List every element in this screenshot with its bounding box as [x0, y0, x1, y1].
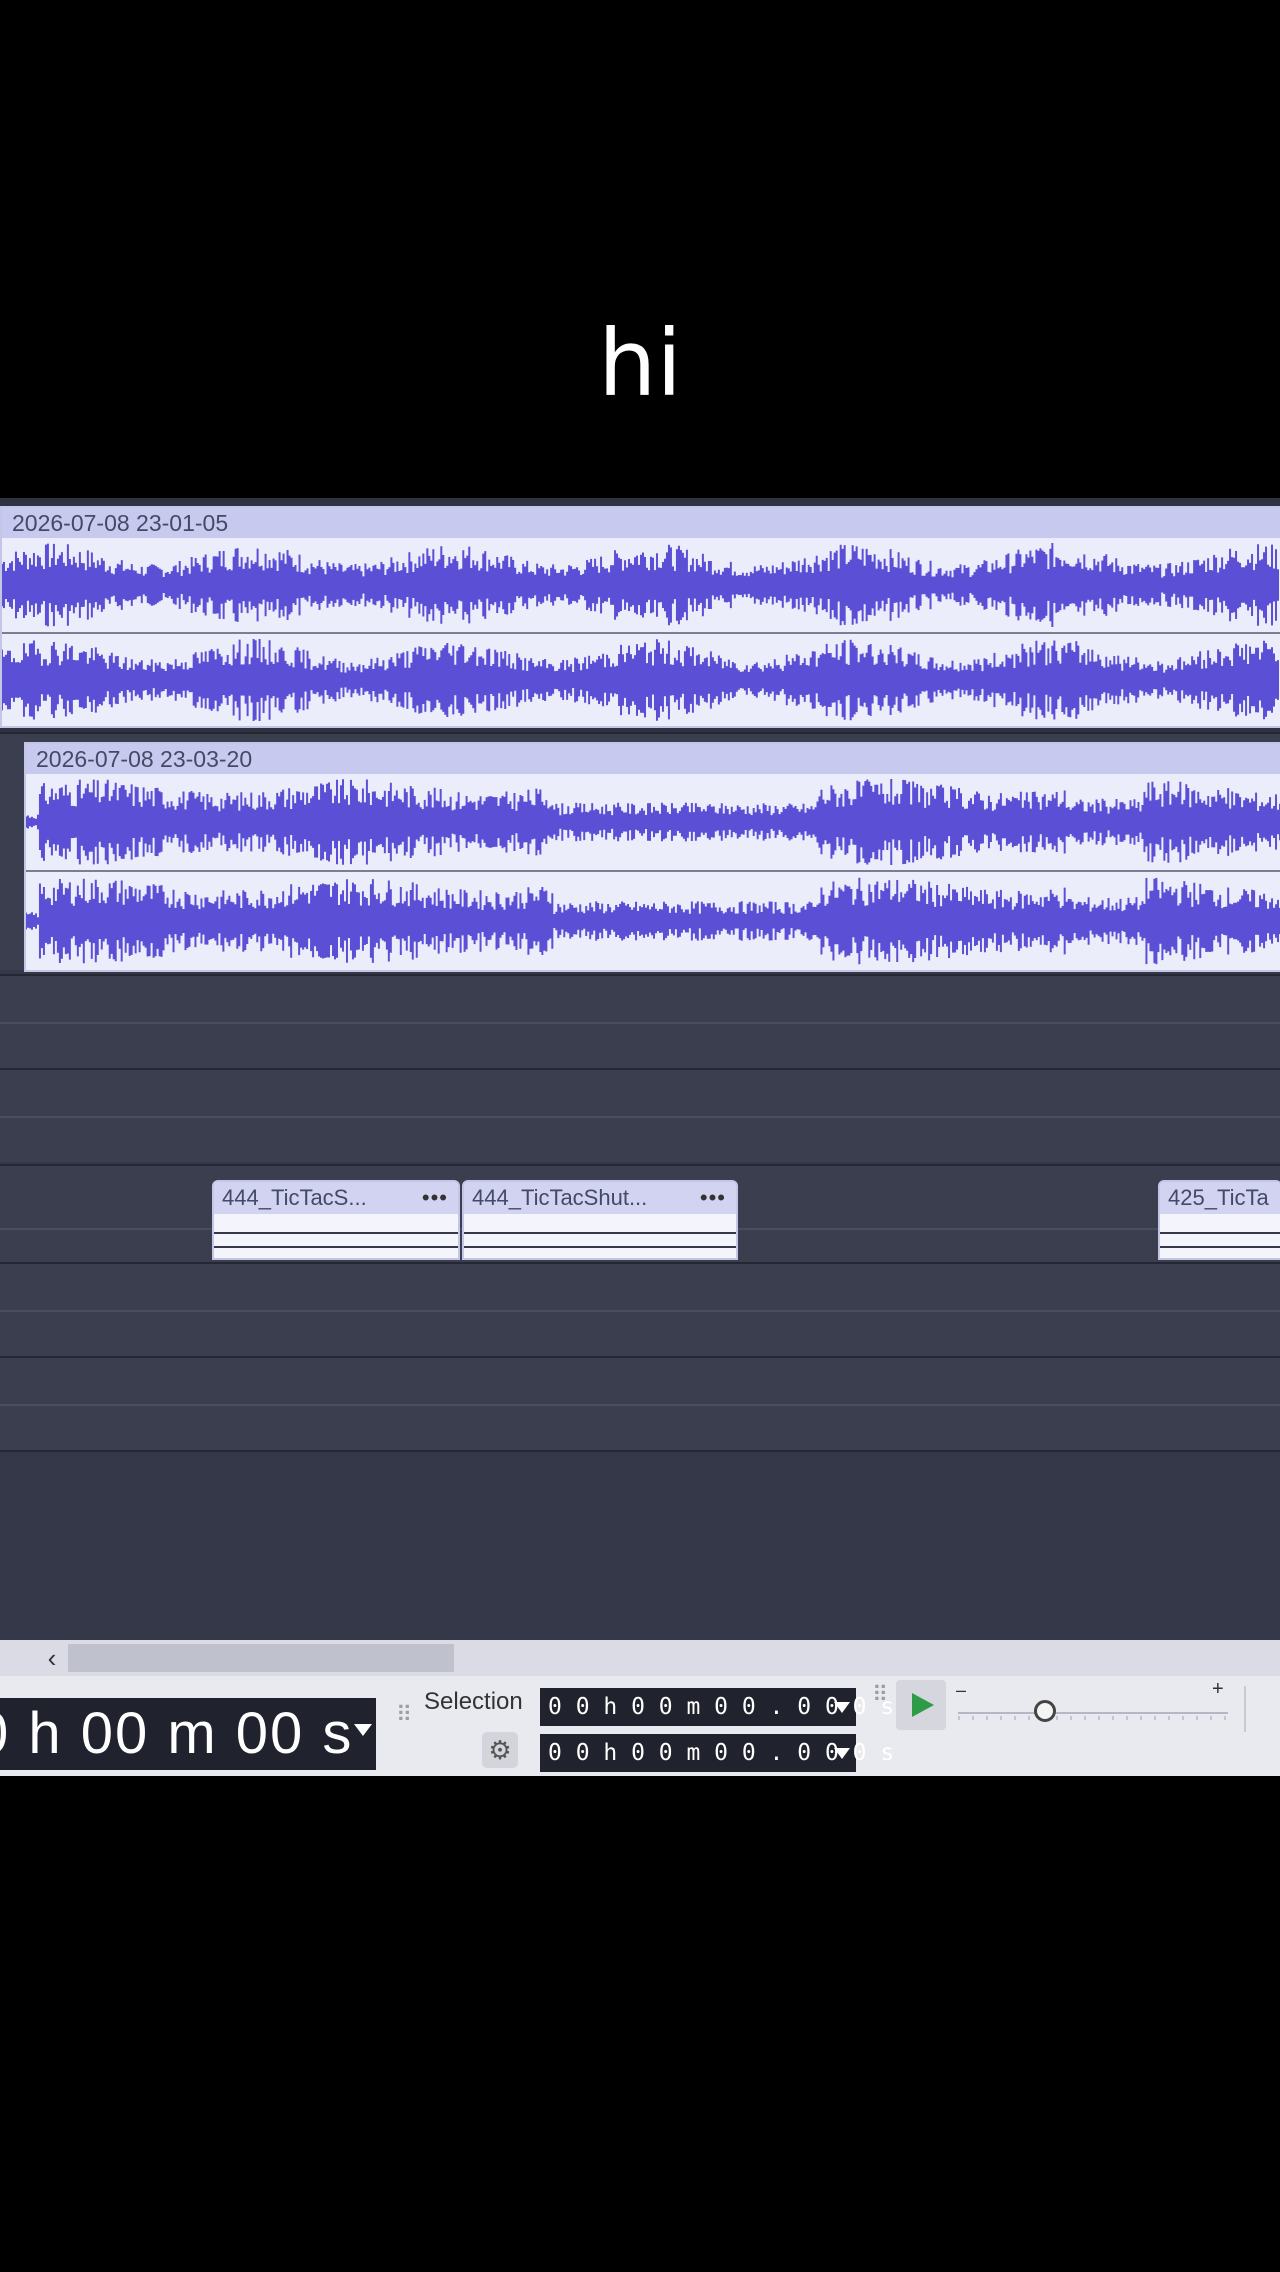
clip-line: [214, 1232, 458, 1234]
waveform-path: [26, 779, 1280, 865]
scroll-thumb[interactable]: [68, 1644, 454, 1672]
sound-clip-3-label: 425_TicTa: [1168, 1185, 1269, 1210]
toolbar-grip-icon[interactable]: ⠿: [396, 1704, 413, 1726]
sound-clip-3[interactable]: 425_TicTa: [1158, 1180, 1280, 1260]
track-grid-line: [0, 1310, 1280, 1312]
play-icon: [912, 1693, 934, 1717]
clip-2-waveform-left: [26, 774, 1280, 870]
play-button[interactable]: [896, 1680, 946, 1730]
slider-max-label: +: [1212, 1678, 1224, 1700]
sound-clip-1[interactable]: 444_TicTacS... •••: [212, 1180, 460, 1260]
clip-line: [464, 1246, 736, 1248]
playback-speed-slider[interactable]: [958, 1712, 1228, 1714]
horizontal-scrollbar[interactable]: ‹: [0, 1640, 1280, 1676]
slider-knob[interactable]: [1034, 1700, 1056, 1722]
audio-clip-1[interactable]: 2026-07-08 23-01-05: [0, 506, 1280, 728]
audio-editor-window: 2026-07-08 23-01-05 2026-07-08 23-03-20 …: [0, 498, 1280, 1776]
clip-line: [464, 1232, 736, 1234]
scroll-left-icon[interactable]: ‹: [40, 1640, 64, 1676]
clip-1-title[interactable]: 2026-07-08 23-01-05: [2, 508, 1280, 538]
time-display-value: 0 h 00 m 00 s: [0, 1701, 354, 1766]
clip-line: [1160, 1232, 1280, 1234]
time-display[interactable]: 0 h 00 m 00 s: [0, 1698, 376, 1770]
waveform-path: [2, 543, 1280, 627]
selection-start-dropdown-icon[interactable]: [834, 1702, 850, 1713]
time-format-dropdown-icon[interactable]: [354, 1724, 372, 1736]
track-grid-line: [0, 1116, 1280, 1118]
caption-text: hi: [598, 310, 682, 417]
sound-clip-2-label: 444_TicTacShut...: [472, 1185, 648, 1210]
audio-clip-2[interactable]: 2026-07-08 23-03-20: [24, 742, 1280, 972]
selection-end-field[interactable]: 0 0 h 0 0 m 0 0 . 0 0 0 s: [540, 1734, 894, 1772]
waveform-path: [26, 877, 1280, 965]
track-separator: [0, 1450, 1280, 1452]
toolbar-divider: [1244, 1686, 1246, 1732]
sound-clip-1-label: 444_TicTacS...: [222, 1185, 367, 1210]
slider-min-label: –: [956, 1680, 967, 1700]
clip-2-title[interactable]: 2026-07-08 23-03-20: [26, 744, 1280, 774]
gear-icon[interactable]: ⚙: [482, 1732, 518, 1768]
sound-clip-2[interactable]: 444_TicTacShut... •••: [462, 1180, 738, 1260]
track-grid-line: [0, 1404, 1280, 1406]
toolbar-grip-icon[interactable]: ⠿: [872, 1684, 889, 1706]
bottom-toolbar: 0 h 00 m 00 s ⠿ Selection ⚙ 0 0 h 0 0 m …: [0, 1676, 1280, 1776]
slider-ticks: [958, 1716, 1228, 1720]
track-grid-line: [0, 1022, 1280, 1024]
clip-2-waveform-right: [26, 872, 1280, 970]
clip-menu-icon[interactable]: •••: [422, 1182, 448, 1214]
clip-1-waveform-right: [2, 634, 1280, 726]
waveform-path: [2, 639, 1280, 721]
selection-label: Selection: [424, 1688, 523, 1715]
clip-line: [1160, 1246, 1280, 1248]
selection-end-dropdown-icon[interactable]: [834, 1748, 850, 1759]
clip-line: [214, 1246, 458, 1248]
selection-start-field[interactable]: 0 0 h 0 0 m 0 0 . 0 0 0 s: [540, 1688, 894, 1726]
clip-menu-icon[interactable]: •••: [700, 1182, 726, 1214]
clip-1-waveform-left: [2, 538, 1280, 632]
